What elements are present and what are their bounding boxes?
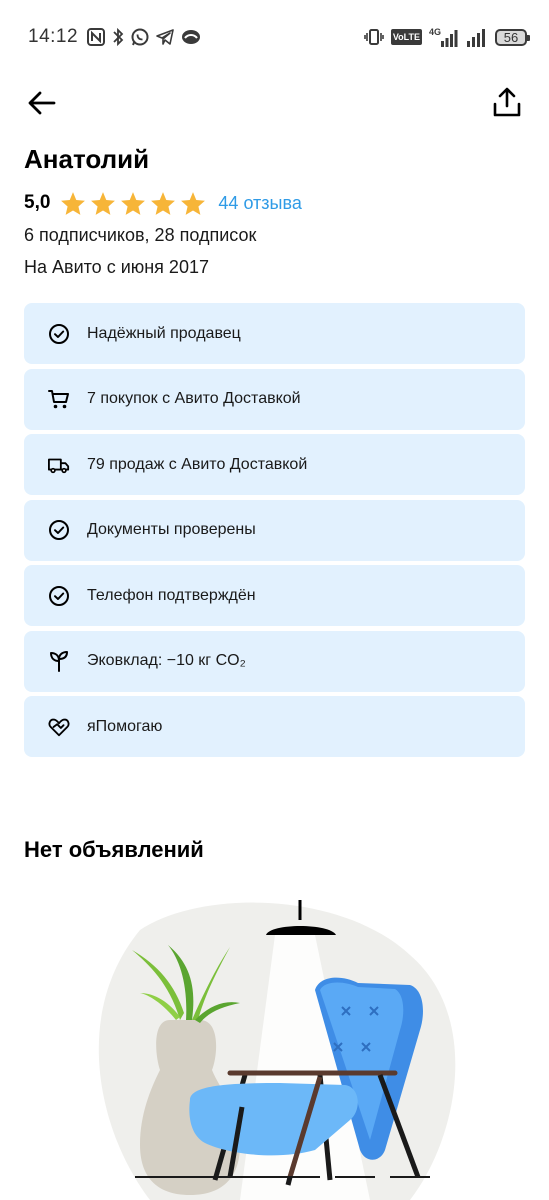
- rating-row: 5,0 44 отзыва: [24, 188, 302, 218]
- signal-icon: [467, 29, 485, 47]
- seller-badges-list: Надёжный продавец 7 покупок с Авито Дост…: [24, 303, 525, 762]
- whatsapp-icon: [131, 28, 149, 46]
- vibrate-icon: [364, 29, 384, 45]
- badge-item[interactable]: Надёжный продавец: [24, 303, 525, 364]
- chair-leg: [285, 1176, 293, 1186]
- check-circle-icon: [48, 585, 70, 607]
- share-icon: [493, 87, 521, 117]
- volte-badge: VoLTE: [390, 29, 422, 45]
- rating-value: 5,0: [24, 192, 51, 213]
- status-time: 14:12: [28, 26, 79, 47]
- star-icon: [61, 191, 86, 215]
- share-button[interactable]: [489, 84, 525, 120]
- truck-icon: [48, 454, 70, 476]
- star-icon: [151, 191, 176, 215]
- status-bar: 14:12 VoLTE 4G 56: [0, 0, 549, 72]
- battery-indicator: 56: [495, 28, 530, 46]
- badge-item[interactable]: 7 покупок с Авито Доставкой: [24, 368, 525, 430]
- telegram-icon: [156, 29, 174, 45]
- badge-item[interactable]: Эковклад: −10 кг CO₂: [24, 630, 525, 692]
- badge-item[interactable]: Документы проверены: [24, 499, 525, 561]
- reviews-link[interactable]: 44 отзыва: [218, 193, 301, 214]
- svg-text:4G: 4G: [429, 27, 441, 37]
- signal-4g-icon: 4G: [429, 27, 458, 47]
- rating-stars: [60, 191, 206, 216]
- badge-label: Телефон подтверждён: [87, 586, 256, 604]
- status-right-icons: VoLTE 4G 56: [364, 25, 530, 49]
- badge-label: Эковклад: −10 кг CO₂: [87, 652, 246, 669]
- back-button[interactable]: [24, 85, 60, 121]
- badge-label: 79 продаж с Авито Доставкой: [87, 455, 308, 473]
- profile-name: Анатолий: [24, 144, 150, 174]
- member-since-text: На Авито с июня 2017: [24, 257, 209, 277]
- bluetooth-icon: [113, 27, 124, 47]
- badge-item[interactable]: 79 продаж с Авито Доставкой: [24, 434, 525, 495]
- check-circle-icon: [48, 519, 70, 541]
- status-left-icons: [86, 26, 202, 48]
- star-icon: [121, 191, 146, 215]
- check-circle-icon: [48, 323, 70, 345]
- no-listings-title: Нет объявлений: [24, 837, 204, 862]
- empty-state-illustration: [98, 900, 456, 1200]
- cart-icon: [48, 388, 70, 410]
- badge-label: яПомогаю: [87, 717, 163, 735]
- nfc-icon: [87, 28, 105, 46]
- badge-item[interactable]: Телефон подтверждён: [24, 565, 525, 626]
- badge-label: 7 покупок с Авито Доставкой: [87, 390, 301, 407]
- star-icon: [181, 191, 206, 215]
- badge-item[interactable]: яПомогаю: [24, 696, 525, 757]
- arrow-left-icon: [28, 91, 56, 115]
- cloud-icon: [182, 30, 200, 44]
- sprout-icon: [48, 650, 70, 672]
- followers-text[interactable]: 6 подписчиков, 28 подписок: [24, 225, 256, 246]
- badge-label: Документы проверены: [87, 521, 256, 538]
- star-icon: [91, 191, 116, 215]
- badge-label: Надёжный продавец: [87, 324, 241, 342]
- heart-hands-icon: [48, 716, 70, 738]
